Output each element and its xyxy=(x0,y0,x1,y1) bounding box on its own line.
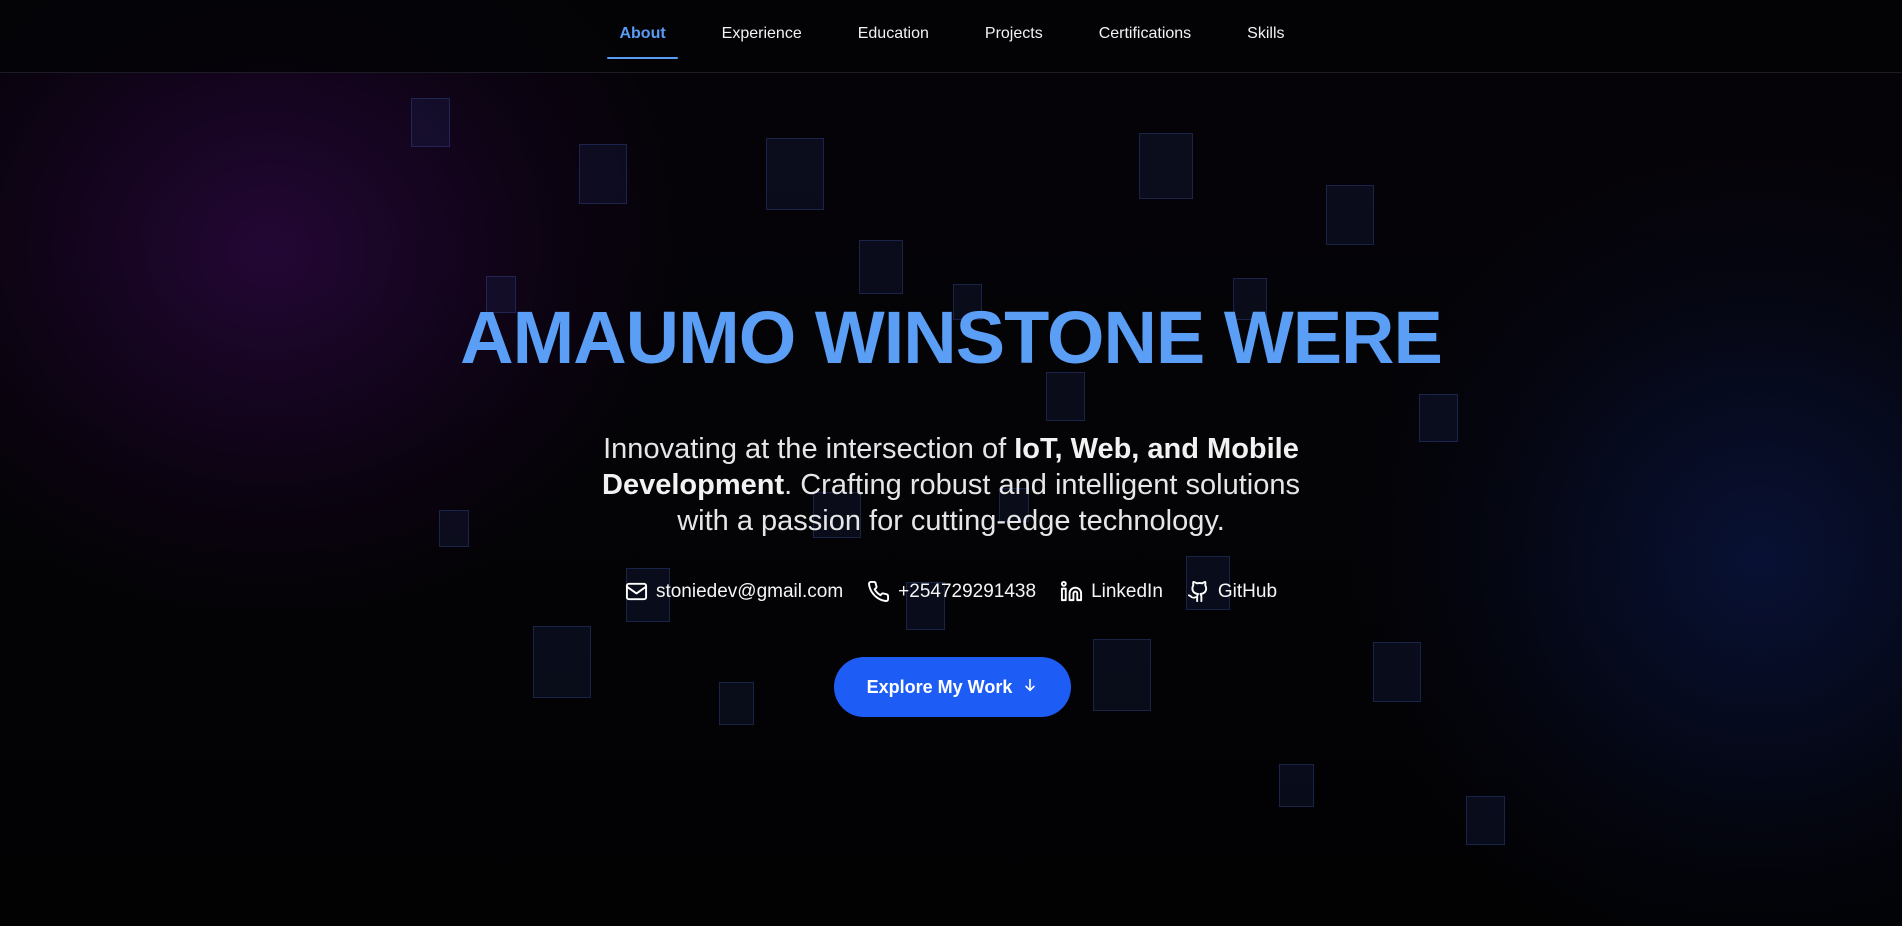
github-icon xyxy=(1187,580,1210,603)
email-label: stoniedev@gmail.com xyxy=(655,580,844,602)
page: About Experience Education Projects Cert… xyxy=(0,0,1902,926)
hero-section: AMAUMO WINSTONE WERE Innovating at the i… xyxy=(0,73,1902,926)
nav-item-education[interactable]: Education xyxy=(846,15,941,53)
hero-name: AMAUMO WINSTONE WERE xyxy=(460,296,1443,379)
email-link[interactable]: stoniedev@gmail.com xyxy=(625,580,843,603)
linkedin-icon xyxy=(1060,580,1083,603)
nav-list: About Experience Education Projects Cert… xyxy=(591,15,1312,59)
github-label: GitHub xyxy=(1217,580,1278,602)
linkedin-label: LinkedIn xyxy=(1091,580,1163,602)
hero-tagline: Innovating at the intersection of IoT, W… xyxy=(576,431,1326,539)
nav-item-projects[interactable]: Projects xyxy=(973,15,1055,53)
linkedin-link[interactable]: LinkedIn xyxy=(1060,580,1163,603)
explore-my-work-button[interactable]: Explore My Work xyxy=(834,657,1071,717)
top-navigation: About Experience Education Projects Cert… xyxy=(0,0,1902,73)
contact-links: stoniedev@gmail.com +254729291438 Linked… xyxy=(0,580,1902,603)
mail-icon xyxy=(625,580,648,603)
nav-item-about[interactable]: About xyxy=(607,15,678,59)
phone-icon xyxy=(867,580,890,603)
nav-item-experience[interactable]: Experience xyxy=(710,15,814,53)
cta-label: Explore My Work xyxy=(866,676,1013,697)
arrow-down-icon xyxy=(1022,677,1038,698)
nav-item-skills[interactable]: Skills xyxy=(1235,15,1296,53)
phone-label: +254729291438 xyxy=(898,580,1037,602)
tagline-prefix: Innovating at the intersection of xyxy=(603,433,1015,465)
github-link[interactable]: GitHub xyxy=(1187,580,1277,603)
phone-link[interactable]: +254729291438 xyxy=(867,580,1036,603)
nav-item-certifications[interactable]: Certifications xyxy=(1087,15,1203,53)
